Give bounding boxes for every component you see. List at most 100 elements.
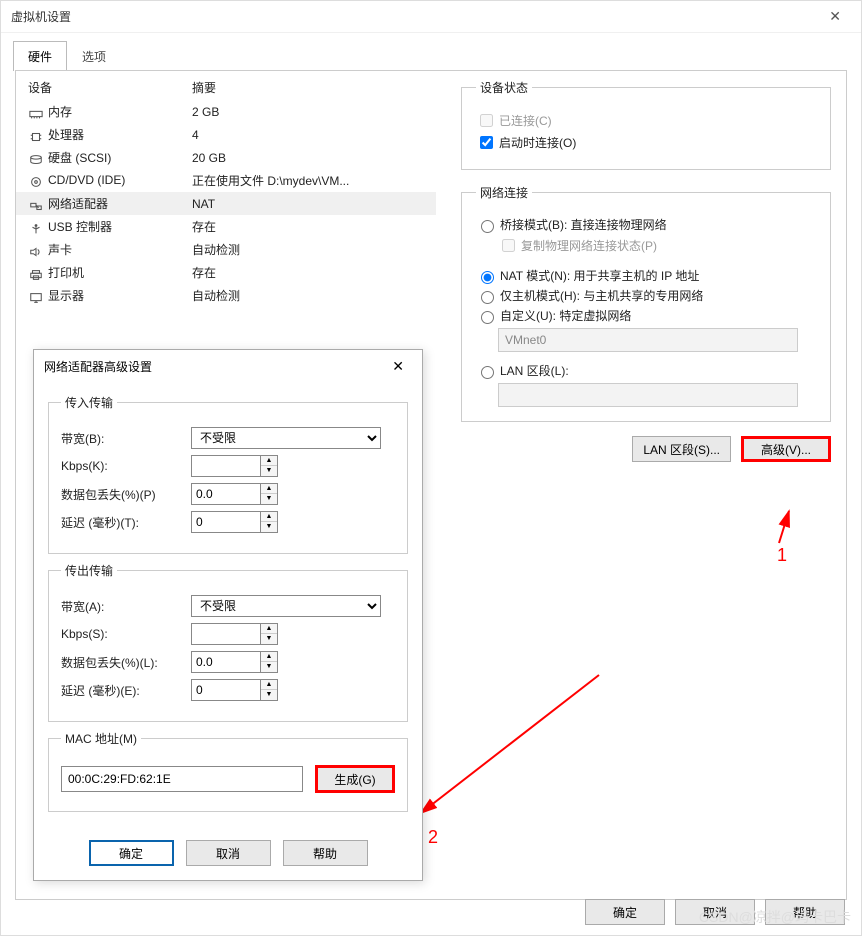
out-kbps-label: Kbps(S): — [61, 627, 191, 641]
out-kbps-up[interactable]: ▲ — [261, 624, 277, 634]
device-name: 显示器 — [48, 289, 84, 303]
main-ok-button[interactable]: 确定 — [585, 899, 665, 925]
device-row[interactable]: 打印机存在 — [16, 261, 436, 284]
hostonly-radio[interactable] — [481, 291, 494, 304]
cpu-icon — [28, 129, 44, 143]
device-summary: 自动检测 — [186, 284, 436, 307]
device-name: 内存 — [48, 105, 72, 119]
device-name: CD/DVD (IDE) — [48, 173, 125, 187]
out-latency-input[interactable] — [191, 679, 261, 701]
in-lat-down[interactable]: ▼ — [261, 522, 277, 532]
vm-settings-window: 虚拟机设置 ✕ 硬件 选项 设备 摘要 内存2 GB处理器4硬盘 (SCSI)2… — [0, 0, 862, 936]
network-connection-legend: 网络连接 — [476, 184, 532, 201]
hostonly-label: 仅主机模式(H): 与主机共享的专用网络 — [500, 287, 703, 304]
generate-button[interactable]: 生成(G) — [315, 765, 395, 793]
device-row[interactable]: CD/DVD (IDE)正在使用文件 D:\mydev\VM... — [16, 169, 436, 192]
disk-icon — [28, 152, 44, 166]
custom-radio[interactable] — [481, 311, 494, 324]
out-lat-up[interactable]: ▲ — [261, 680, 277, 690]
device-list: 设备 摘要 内存2 GB处理器4硬盘 (SCSI)20 GBCD/DVD (ID… — [16, 75, 436, 307]
connected-row: 已连接(C) — [476, 111, 816, 130]
in-loss-up[interactable]: ▲ — [261, 484, 277, 494]
in-kbps-label: Kbps(K): — [61, 459, 191, 473]
in-kbps-up[interactable]: ▲ — [261, 456, 277, 466]
connect-at-power-label: 启动时连接(O) — [499, 134, 576, 151]
out-loss-input[interactable] — [191, 651, 261, 673]
outgoing-group: 传出传输 带宽(A):不受限 Kbps(S):▲▼ 数据包丢失(%)(L):▲▼… — [48, 562, 408, 722]
advanced-button[interactable]: 高级(V)... — [741, 436, 831, 462]
right-panel: 设备状态 已连接(C) 启动时连接(O) 网络连接 桥接模式(B): 直接连接物… — [461, 71, 831, 462]
device-name: USB 控制器 — [48, 220, 112, 234]
network-icon — [28, 198, 44, 212]
nat-radio[interactable] — [481, 271, 494, 284]
device-summary: 20 GB — [186, 146, 436, 169]
device-row[interactable]: 声卡自动检测 — [16, 238, 436, 261]
in-loss-down[interactable]: ▼ — [261, 494, 277, 504]
adv-button-row: 确定 取消 帮助 — [34, 830, 422, 880]
adv-ok-button[interactable]: 确定 — [89, 840, 174, 866]
connect-at-power-row: 启动时连接(O) — [476, 133, 816, 152]
sound-icon — [28, 244, 44, 258]
out-loss-up[interactable]: ▲ — [261, 652, 277, 662]
out-kbps-down[interactable]: ▼ — [261, 634, 277, 644]
device-summary: 存在 — [186, 261, 436, 284]
tabs: 硬件 选项 — [1, 33, 861, 71]
adv-cancel-button[interactable]: 取消 — [186, 840, 271, 866]
device-status-legend: 设备状态 — [476, 79, 532, 96]
bridged-radio[interactable] — [481, 220, 494, 233]
device-row[interactable]: USB 控制器 存在 — [16, 215, 436, 238]
device-row[interactable]: 显示器 自动检测 — [16, 284, 436, 307]
mac-input[interactable] — [61, 766, 303, 792]
adv-titlebar: 网络适配器高级设置 ✕ — [34, 350, 422, 382]
out-latency-label: 延迟 (毫秒)(E): — [61, 682, 191, 699]
device-status-group: 设备状态 已连接(C) 启动时连接(O) — [461, 79, 831, 170]
device-summary: 2 GB — [186, 100, 436, 123]
cd-icon — [28, 174, 44, 188]
lan-segments-button[interactable]: LAN 区段(S)... — [632, 436, 731, 462]
lan-segment-dropdown — [498, 383, 798, 407]
lan-radio[interactable] — [481, 366, 494, 379]
net-button-row: LAN 区段(S)... 高级(V)... — [461, 436, 831, 462]
device-summary: NAT — [186, 192, 436, 215]
mac-group: MAC 地址(M) 生成(G) — [48, 730, 408, 812]
device-row[interactable]: 硬盘 (SCSI)20 GB — [16, 146, 436, 169]
mac-legend: MAC 地址(M) — [61, 730, 141, 747]
close-icon[interactable]: ✕ — [819, 4, 851, 29]
nat-label: NAT 模式(N): 用于共享主机的 IP 地址 — [500, 267, 699, 284]
in-bandwidth-label: 带宽(B): — [61, 430, 191, 447]
connect-at-power-checkbox[interactable] — [480, 136, 493, 149]
tab-options[interactable]: 选项 — [67, 41, 121, 71]
connected-checkbox — [480, 114, 493, 127]
col-device: 设备 — [16, 75, 186, 100]
usb-icon — [28, 221, 44, 235]
tab-hardware[interactable]: 硬件 — [13, 41, 67, 71]
custom-vmnet-dropdown: VMnet0 — [498, 328, 798, 352]
adv-title: 网络适配器高级设置 — [44, 358, 384, 375]
out-loss-down[interactable]: ▼ — [261, 662, 277, 672]
in-loss-input[interactable] — [191, 483, 261, 505]
lan-label: LAN 区段(L): — [500, 362, 569, 379]
incoming-legend: 传入传输 — [61, 394, 117, 411]
device-summary: 存在 — [186, 215, 436, 238]
out-bandwidth-select[interactable]: 不受限 — [191, 595, 381, 617]
out-loss-label: 数据包丢失(%)(L): — [61, 654, 191, 671]
device-summary: 自动检测 — [186, 238, 436, 261]
in-kbps-down[interactable]: ▼ — [261, 466, 277, 476]
replicate-checkbox — [502, 239, 515, 252]
incoming-group: 传入传输 带宽(B):不受限 Kbps(K):▲▼ 数据包丢失(%)(P)▲▼ … — [48, 394, 408, 554]
window-title: 虚拟机设置 — [11, 8, 819, 25]
device-row[interactable]: 内存 2 GB — [16, 100, 436, 123]
custom-label: 自定义(U): 特定虚拟网络 — [500, 307, 631, 324]
adv-close-icon[interactable]: ✕ — [384, 354, 412, 379]
bridged-label: 桥接模式(B): 直接连接物理网络 — [500, 216, 667, 233]
in-latency-label: 延迟 (毫秒)(T): — [61, 514, 191, 531]
adv-help-button[interactable]: 帮助 — [283, 840, 368, 866]
device-row[interactable]: 处理器4 — [16, 123, 436, 146]
in-bandwidth-select[interactable]: 不受限 — [191, 427, 381, 449]
watermark: CSDN@凉拌@玛卡巴卡 — [699, 907, 851, 927]
in-lat-up[interactable]: ▲ — [261, 512, 277, 522]
in-latency-input[interactable] — [191, 511, 261, 533]
device-row[interactable]: 网络适配器NAT — [16, 192, 436, 215]
out-lat-down[interactable]: ▼ — [261, 690, 277, 700]
network-connection-group: 网络连接 桥接模式(B): 直接连接物理网络 复制物理网络连接状态(P) NAT… — [461, 184, 831, 422]
